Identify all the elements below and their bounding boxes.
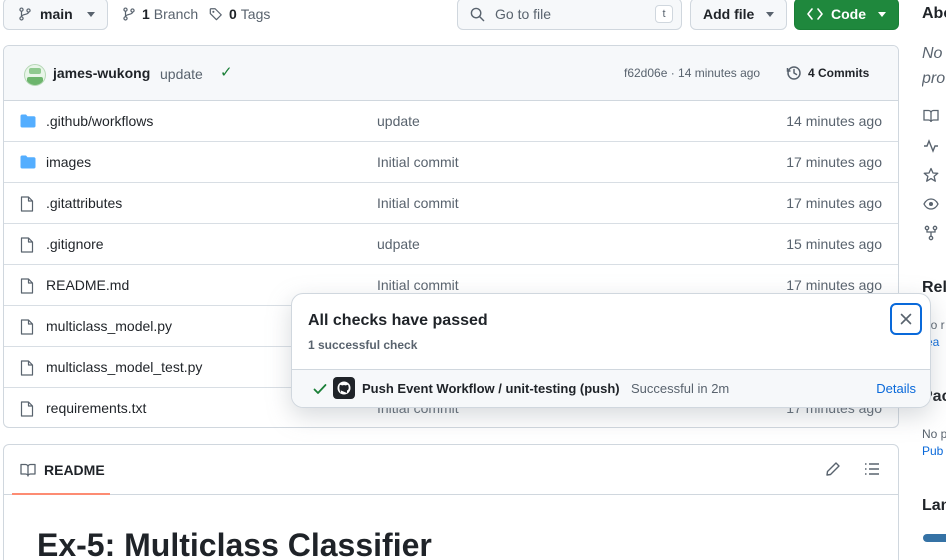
- publish-package-link[interactable]: Pub: [922, 444, 943, 458]
- file-commit-message-link[interactable]: Initial commit: [377, 154, 459, 170]
- languages-heading: Lan: [922, 497, 946, 514]
- branch-icon: [19, 7, 31, 21]
- fork-icon[interactable]: [923, 225, 939, 241]
- star-icon[interactable]: [923, 167, 939, 183]
- close-icon: [900, 313, 912, 325]
- file-icon: [20, 196, 34, 215]
- file-name-link[interactable]: README.md: [46, 277, 129, 293]
- file-commit-age: 15 minutes ago: [786, 236, 882, 252]
- chevron-down-icon: [878, 12, 886, 17]
- folder-icon: [20, 155, 36, 172]
- close-button[interactable]: [890, 303, 922, 335]
- repo-toolbar: main 1 Branch 0 Tags Go to file t Add fi…: [0, 0, 946, 30]
- code-button[interactable]: Code: [794, 0, 899, 30]
- search-placeholder: Go to file: [495, 6, 552, 22]
- pencil-icon[interactable]: [825, 461, 841, 477]
- file-commit-age: 17 minutes ago: [786, 277, 882, 293]
- keyboard-shortcut-hint: t: [655, 5, 673, 23]
- github-actions-icon: [333, 377, 355, 399]
- book-icon[interactable]: [923, 109, 939, 123]
- file-name-link[interactable]: .gitattributes: [46, 195, 122, 211]
- chevron-down-icon: [87, 12, 95, 17]
- search-icon: [470, 7, 485, 21]
- file-icon: [20, 360, 34, 379]
- add-file-label: Add file: [703, 6, 755, 22]
- file-row[interactable]: .gitattributes Initial commit 17 minutes a…: [4, 183, 898, 224]
- commit-message-link[interactable]: update: [160, 66, 203, 82]
- file-commit-message-link[interactable]: udpate: [377, 236, 420, 252]
- book-icon: [20, 463, 36, 477]
- go-to-file-input[interactable]: Go to file t: [457, 0, 682, 30]
- branch-select-button[interactable]: main: [3, 0, 108, 30]
- checks-subtitle: 1 successful check: [308, 338, 418, 352]
- language-bar: [923, 534, 946, 542]
- file-icon: [20, 401, 34, 420]
- eye-icon[interactable]: [923, 197, 939, 211]
- checks-popover: All checks have passed 1 successful chec…: [291, 293, 931, 408]
- active-tab-underline: [12, 493, 110, 495]
- file-row[interactable]: images Initial commit 17 minutes ago: [4, 142, 898, 183]
- check-status-icon[interactable]: ✓: [220, 63, 233, 81]
- file-icon: [20, 237, 34, 256]
- file-row[interactable]: .github/workflows update 14 minutes ago: [4, 101, 898, 142]
- chevron-down-icon: [766, 12, 774, 17]
- history-icon: [786, 66, 801, 80]
- avatar[interactable]: [24, 64, 46, 86]
- tag-label: Tags: [240, 6, 271, 22]
- checks-title: All checks have passed: [308, 312, 488, 329]
- branch-label: Branch: [153, 6, 199, 22]
- file-commit-message-link[interactable]: Initial commit: [377, 277, 459, 293]
- about-description: No: [922, 45, 943, 62]
- branch-name: main: [40, 6, 73, 22]
- file-commit-age: 17 minutes ago: [786, 154, 882, 170]
- file-icon: [20, 319, 34, 338]
- file-icon: [20, 278, 34, 297]
- commits-history-link[interactable]: 4 Commits: [786, 65, 869, 81]
- details-link[interactable]: Details: [876, 381, 916, 396]
- commit-author-link[interactable]: james-wukong: [53, 65, 150, 81]
- activity-icon[interactable]: [923, 139, 939, 153]
- tags-link[interactable]: 0 Tags: [209, 6, 270, 22]
- folder-icon: [20, 114, 36, 131]
- tag-count: 0: [229, 6, 237, 22]
- file-name-link[interactable]: requirements.txt: [46, 400, 146, 416]
- file-name-link[interactable]: images: [46, 154, 91, 170]
- readme-tab[interactable]: README: [20, 462, 105, 478]
- readme-panel: README Ex-5: Multiclass Classifier: [3, 444, 899, 560]
- table-of-contents-icon[interactable]: [864, 461, 880, 477]
- check-run-status: Successful in 2m: [631, 381, 730, 396]
- file-name-link[interactable]: multiclass_model.py: [46, 318, 172, 334]
- readme-header: README: [4, 445, 898, 495]
- repo-sidebar: Abo No pro Rel No r rea Pac No p Pub Lan: [922, 0, 946, 560]
- file-row[interactable]: .gitignore udpate 15 minutes ago: [4, 224, 898, 265]
- file-name-link[interactable]: .github/workflows: [46, 113, 153, 129]
- branch-count: 1: [142, 6, 150, 22]
- latest-commit-bar: james-wukong update ✓ f62d06e · 14 minut…: [4, 46, 898, 101]
- check-run-row: Push Event Workflow / unit-testing (push…: [292, 369, 930, 407]
- file-commit-message-link[interactable]: Initial commit: [377, 195, 459, 211]
- branches-link[interactable]: 1 Branch: [122, 6, 198, 22]
- code-label: Code: [831, 6, 866, 22]
- file-name-link[interactable]: multiclass_model_test.py: [46, 359, 202, 375]
- check-run-name: Push Event Workflow / unit-testing (push…: [362, 381, 620, 396]
- readme-tab-label: README: [44, 462, 105, 478]
- check-icon: [313, 384, 327, 394]
- file-name-link[interactable]: .gitignore: [46, 236, 104, 252]
- branch-icon: [123, 7, 135, 21]
- code-icon: [807, 8, 823, 20]
- about-description-2: pro: [922, 70, 946, 87]
- commit-sha-time[interactable]: f62d06e · 14 minutes ago: [624, 66, 760, 80]
- readme-heading: Ex-5: Multiclass Classifier: [37, 527, 432, 560]
- about-heading: Abo: [922, 5, 946, 22]
- file-commit-message-link[interactable]: update: [377, 113, 420, 129]
- tag-icon: [209, 8, 222, 21]
- file-commit-age: 17 minutes ago: [786, 195, 882, 211]
- add-file-button[interactable]: Add file: [690, 0, 787, 30]
- file-commit-age: 14 minutes ago: [786, 113, 882, 129]
- commits-count-label: 4 Commits: [808, 66, 870, 80]
- packages-text: No p: [922, 427, 946, 441]
